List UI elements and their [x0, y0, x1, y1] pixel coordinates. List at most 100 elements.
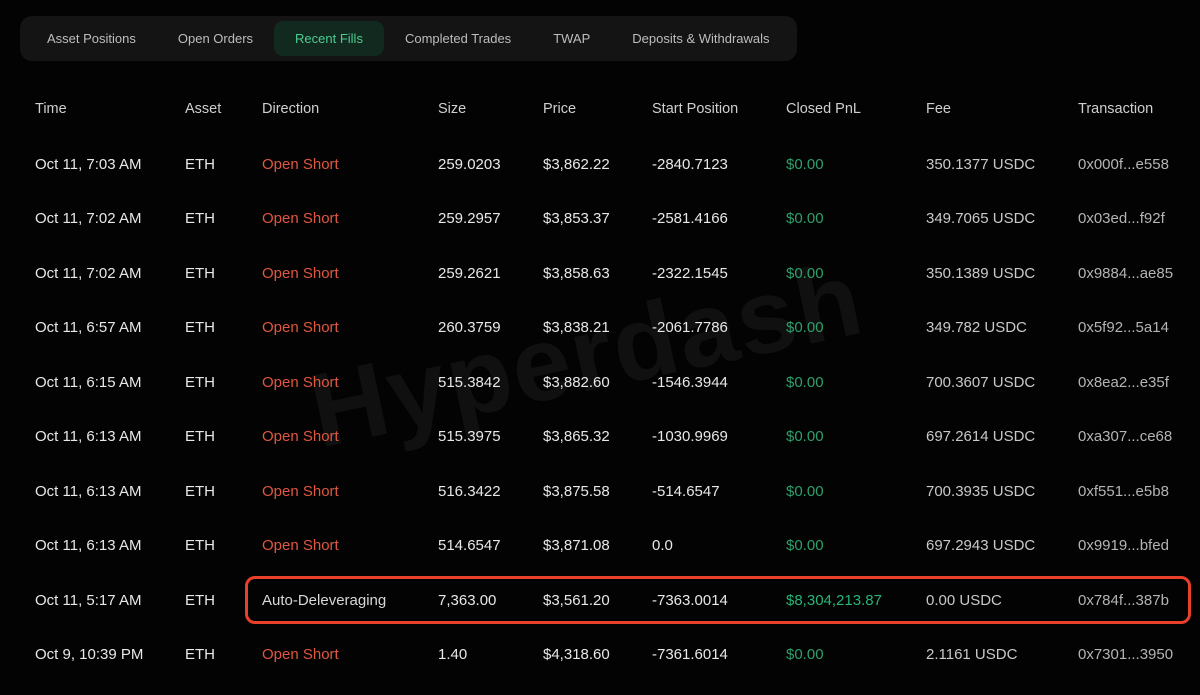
cell-time: Oct 11, 6:13 AM [35, 428, 185, 445]
cell-price: $3,871.08 [543, 537, 652, 554]
cell-transaction-link[interactable]: 0x03ed...f92f [1078, 210, 1200, 227]
cell-transaction-link[interactable]: 0x5f92...5a14 [1078, 319, 1200, 336]
cell-direction: Open Short [262, 646, 438, 663]
cell-asset: ETH [185, 210, 262, 227]
table-row: Oct 11, 6:13 AM ETH Open Short 515.3975 … [0, 410, 1200, 465]
cell-start-position: -7363.0014 [652, 592, 786, 609]
cell-size: 515.3975 [438, 428, 543, 445]
cell-time: Oct 11, 7:03 AM [35, 156, 185, 173]
cell-fee: 700.3935 USDC [926, 483, 1078, 500]
cell-size: 260.3759 [438, 319, 543, 336]
cell-direction: Open Short [262, 483, 438, 500]
cell-closed-pnl: $0.00 [786, 265, 926, 282]
cell-transaction-link[interactable]: 0x9884...ae85 [1078, 265, 1200, 282]
cell-closed-pnl: $0.00 [786, 374, 926, 391]
table-row: Oct 11, 6:15 AM ETH Open Short 515.3842 … [0, 355, 1200, 410]
cell-size: 516.3422 [438, 483, 543, 500]
cell-start-position: -1546.3944 [652, 374, 786, 391]
cell-time: Oct 11, 6:13 AM [35, 483, 185, 500]
cell-price: $3,561.20 [543, 592, 652, 609]
cell-direction: Open Short [262, 428, 438, 445]
table-row: Oct 11, 6:57 AM ETH Open Short 260.3759 … [0, 301, 1200, 356]
cell-closed-pnl: $8,304,213.87 [786, 592, 926, 609]
cell-size: 514.6547 [438, 537, 543, 554]
cell-start-position: -1030.9969 [652, 428, 786, 445]
cell-asset: ETH [185, 374, 262, 391]
cell-price: $3,875.58 [543, 483, 652, 500]
cell-price: $4,318.60 [543, 646, 652, 663]
cell-direction: Open Short [262, 537, 438, 554]
cell-asset: ETH [185, 537, 262, 554]
cell-direction: Open Short [262, 265, 438, 282]
table-row: Oct 11, 7:02 AM ETH Open Short 259.2957 … [0, 192, 1200, 247]
cell-transaction-link[interactable]: 0x784f...387b [1078, 592, 1200, 609]
cell-time: Oct 11, 7:02 AM [35, 210, 185, 227]
cell-time: Oct 11, 6:15 AM [35, 374, 185, 391]
cell-transaction-link[interactable]: 0x7301...3950 [1078, 646, 1200, 663]
table-header-row: Time Asset Direction Size Price Start Po… [0, 94, 1200, 124]
cell-closed-pnl: $0.00 [786, 156, 926, 173]
table-row: Oct 11, 7:02 AM ETH Open Short 259.2621 … [0, 246, 1200, 301]
cell-start-position: -7361.6014 [652, 646, 786, 663]
cell-fee: 697.2943 USDC [926, 537, 1078, 554]
cell-start-position: -2840.7123 [652, 156, 786, 173]
cell-price: $3,838.21 [543, 319, 652, 336]
cell-asset: ETH [185, 646, 262, 663]
cell-fee: 349.7065 USDC [926, 210, 1078, 227]
cell-start-position: -2581.4166 [652, 210, 786, 227]
tab-completed-trades[interactable]: Completed Trades [384, 21, 532, 56]
cell-time: Oct 9, 10:39 PM [35, 646, 185, 663]
tab-recent-fills[interactable]: Recent Fills [274, 21, 384, 56]
cell-fee: 0.00 USDC [926, 592, 1078, 609]
cell-time: Oct 11, 6:13 AM [35, 537, 185, 554]
cell-start-position: 0.0 [652, 537, 786, 554]
tab-deposits-withdrawals[interactable]: Deposits & Withdrawals [611, 21, 790, 56]
cell-size: 259.2621 [438, 265, 543, 282]
cell-start-position: -514.6547 [652, 483, 786, 500]
header-direction: Direction [262, 101, 438, 117]
cell-fee: 349.782 USDC [926, 319, 1078, 336]
table-row-auto-deleveraging: Oct 11, 5:17 AM ETH Auto-Deleveraging 7,… [0, 573, 1200, 628]
header-transaction: Transaction [1078, 101, 1200, 117]
cell-price: $3,882.60 [543, 374, 652, 391]
cell-size: 7,363.00 [438, 592, 543, 609]
cell-transaction-link[interactable]: 0x000f...e558 [1078, 156, 1200, 173]
cell-time: Oct 11, 6:57 AM [35, 319, 185, 336]
cell-price: $3,858.63 [543, 265, 652, 282]
tab-asset-positions[interactable]: Asset Positions [26, 21, 157, 56]
header-closed-pnl: Closed PnL [786, 101, 926, 117]
cell-fee: 350.1377 USDC [926, 156, 1078, 173]
cell-fee: 2.1161 USDC [926, 646, 1078, 663]
cell-closed-pnl: $0.00 [786, 319, 926, 336]
cell-transaction-link[interactable]: 0xa307...ce68 [1078, 428, 1200, 445]
header-size: Size [438, 101, 543, 117]
cell-closed-pnl: $0.00 [786, 537, 926, 554]
cell-asset: ETH [185, 319, 262, 336]
tab-bar: Asset Positions Open Orders Recent Fills… [20, 16, 797, 61]
cell-direction: Open Short [262, 210, 438, 227]
cell-asset: ETH [185, 265, 262, 282]
cell-transaction-link[interactable]: 0xf551...e5b8 [1078, 483, 1200, 500]
cell-direction: Open Short [262, 319, 438, 336]
cell-size: 259.0203 [438, 156, 543, 173]
table-row: Oct 11, 6:13 AM ETH Open Short 514.6547 … [0, 519, 1200, 574]
table-row: Oct 11, 7:03 AM ETH Open Short 259.0203 … [0, 137, 1200, 192]
cell-price: $3,865.32 [543, 428, 652, 445]
cell-closed-pnl: $0.00 [786, 646, 926, 663]
cell-size: 259.2957 [438, 210, 543, 227]
cell-asset: ETH [185, 592, 262, 609]
cell-transaction-link[interactable]: 0x8ea2...e35f [1078, 374, 1200, 391]
cell-fee: 350.1389 USDC [926, 265, 1078, 282]
header-fee: Fee [926, 101, 1078, 117]
cell-closed-pnl: $0.00 [786, 210, 926, 227]
header-time: Time [35, 101, 185, 117]
header-asset: Asset [185, 101, 262, 117]
recent-fills-table: Time Asset Direction Size Price Start Po… [0, 94, 1200, 682]
tab-open-orders[interactable]: Open Orders [157, 21, 274, 56]
cell-time: Oct 11, 7:02 AM [35, 265, 185, 282]
cell-size: 1.40 [438, 646, 543, 663]
cell-closed-pnl: $0.00 [786, 483, 926, 500]
cell-price: $3,862.22 [543, 156, 652, 173]
cell-transaction-link[interactable]: 0x9919...bfed [1078, 537, 1200, 554]
tab-twap[interactable]: TWAP [532, 21, 611, 56]
